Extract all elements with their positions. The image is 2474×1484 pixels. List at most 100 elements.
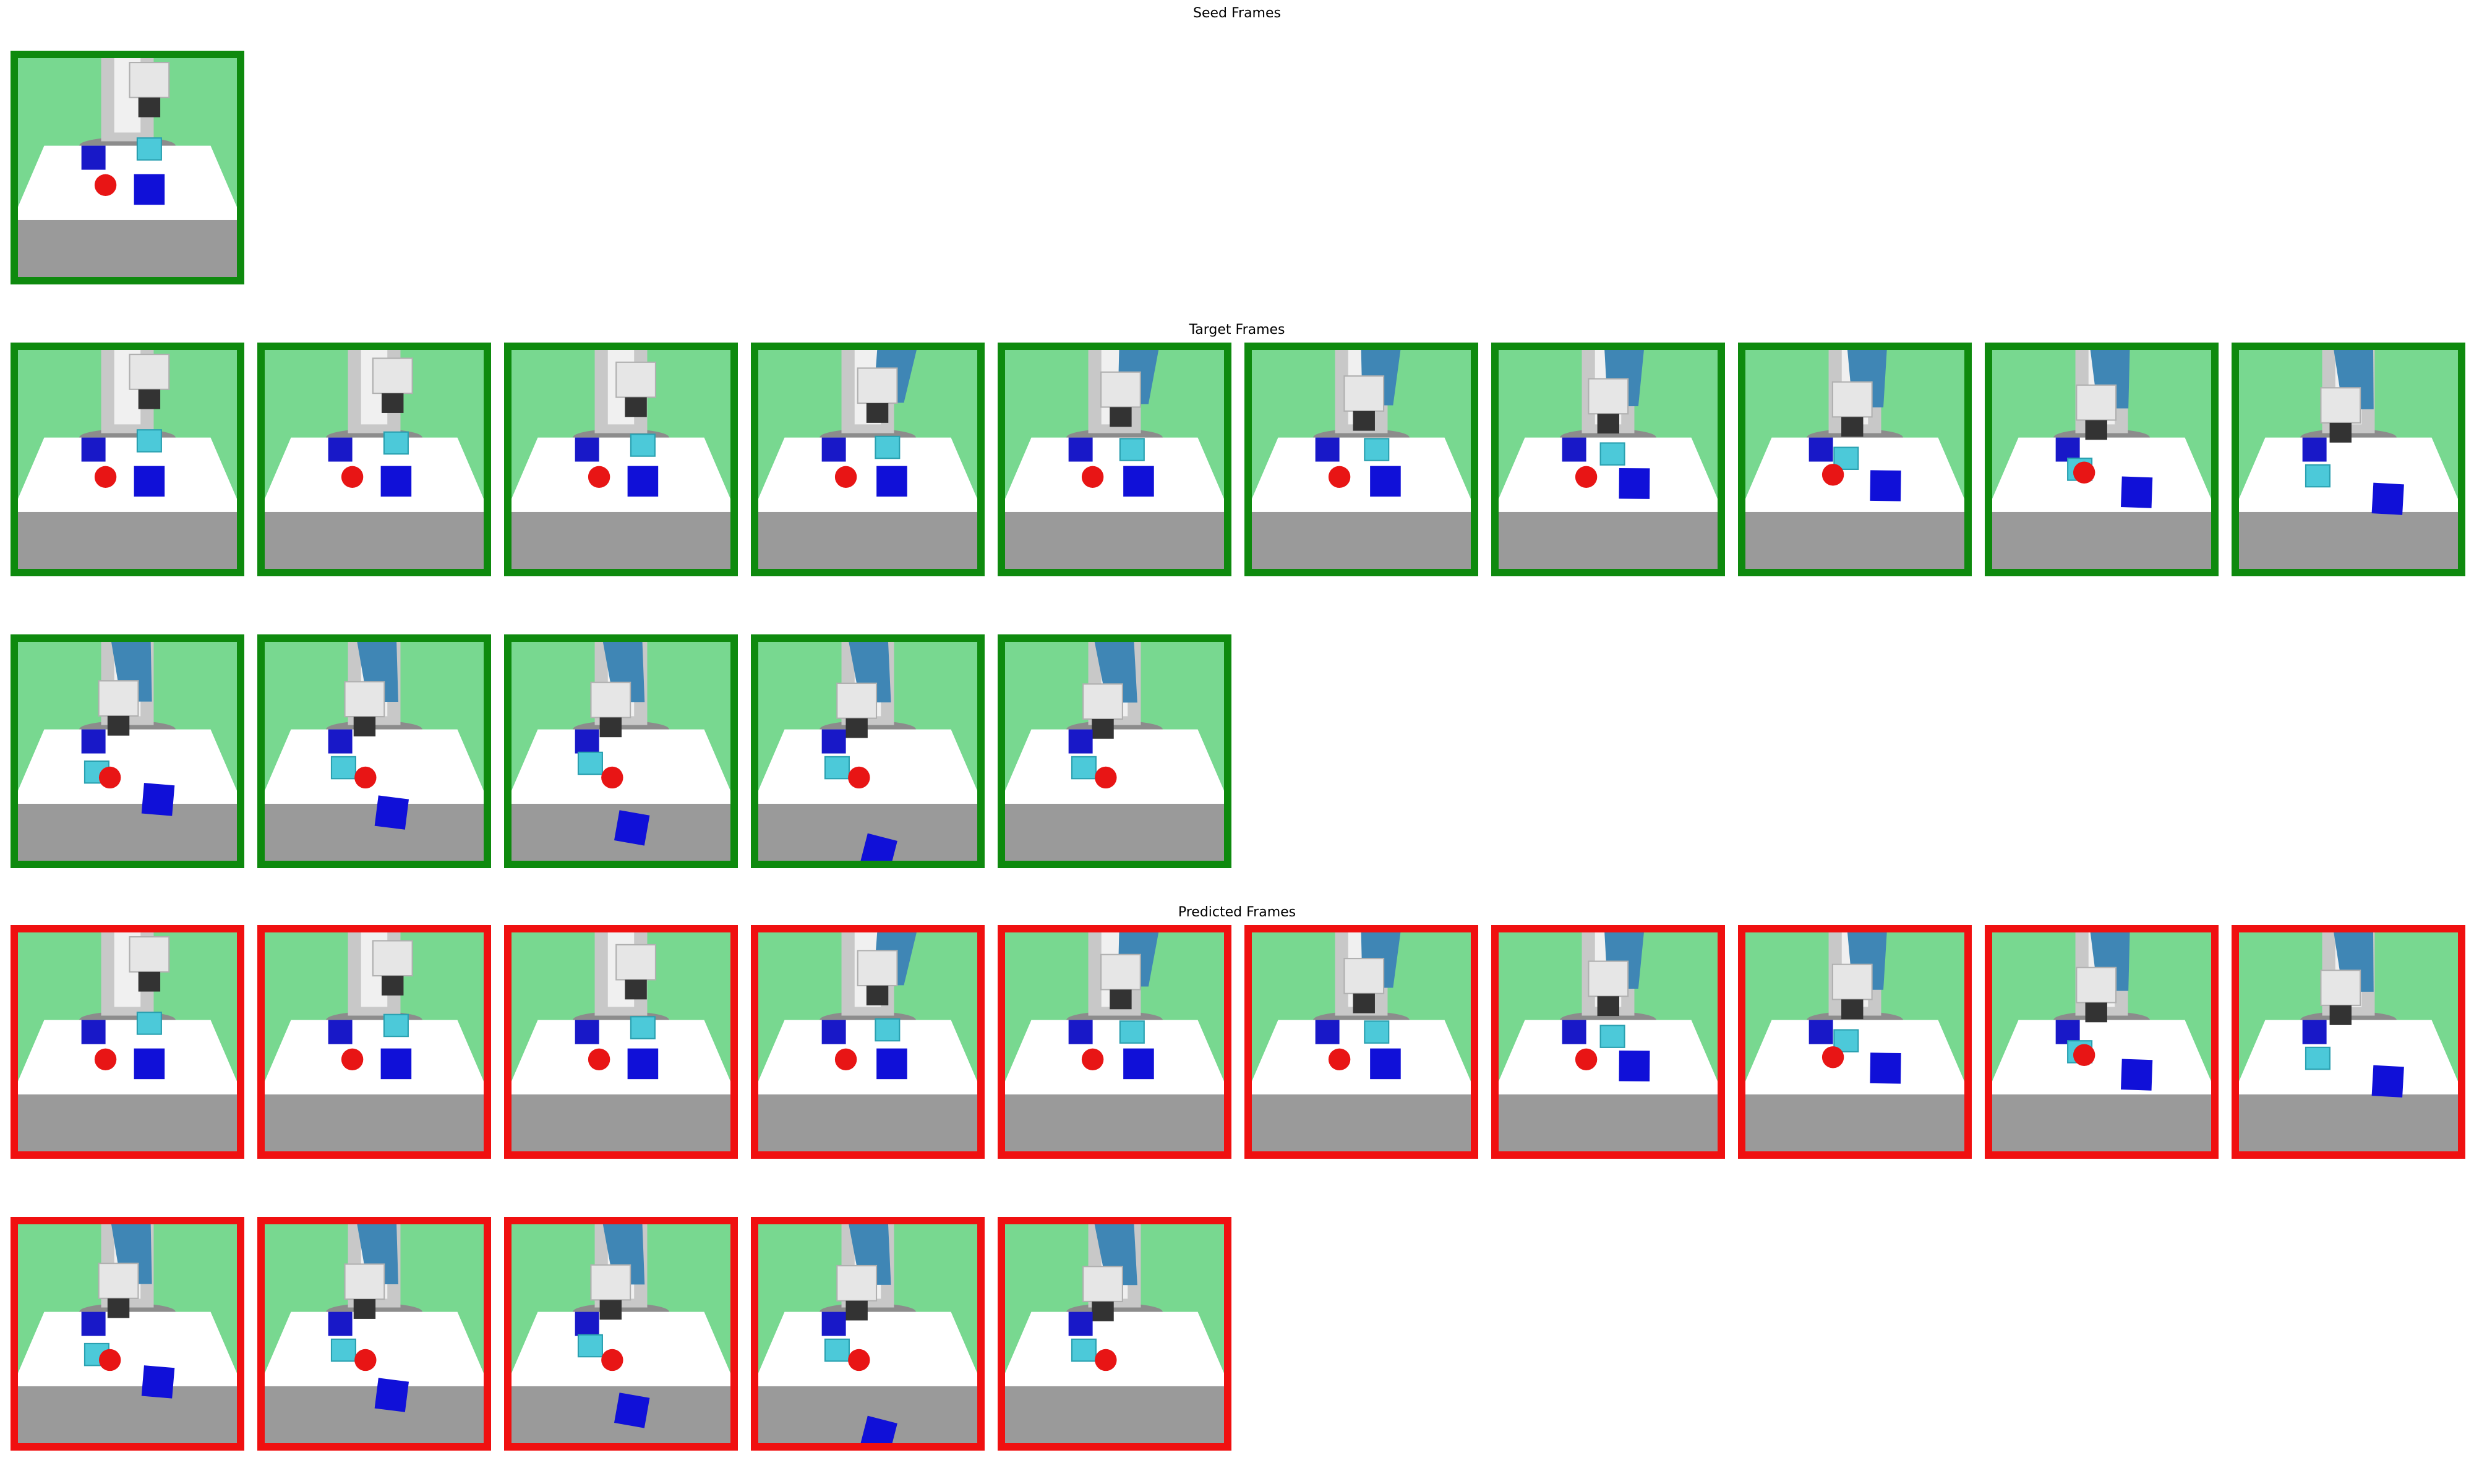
blue-cube	[876, 1048, 907, 1080]
blue-cube	[1370, 1048, 1401, 1080]
floor	[758, 511, 977, 569]
scene-image	[1005, 932, 1224, 1151]
cyan-cube	[136, 137, 162, 161]
robot-wrist	[2320, 970, 2361, 1006]
floor	[1992, 1094, 2211, 1151]
table	[2239, 437, 2458, 512]
cyan-cube	[824, 756, 850, 780]
floor	[1005, 1094, 1224, 1151]
scene-image	[1499, 932, 1718, 1151]
floor	[18, 511, 237, 569]
table	[1005, 729, 1224, 804]
small-blue-cube	[328, 437, 353, 462]
robot-wrist	[98, 680, 139, 717]
floor	[758, 1094, 977, 1151]
table	[18, 145, 237, 220]
table	[2239, 1020, 2458, 1094]
gripper	[353, 1299, 376, 1319]
robot-wrist	[615, 361, 656, 398]
cyan-cube	[577, 751, 603, 775]
blue-cube	[1123, 1048, 1154, 1080]
table	[758, 729, 977, 804]
scene-image	[1005, 642, 1224, 861]
scene-image	[758, 350, 977, 569]
small-blue-cube	[821, 437, 846, 462]
gripper	[625, 397, 647, 417]
predicted-frame-4	[751, 925, 985, 1159]
small-blue-cube	[2302, 1020, 2327, 1044]
scene-image	[265, 1224, 484, 1443]
red-ball	[848, 1349, 870, 1371]
table	[1992, 1020, 2211, 1094]
robot-wrist	[1588, 960, 1629, 997]
cyan-cube	[1119, 1020, 1145, 1044]
blue-cube	[141, 783, 175, 816]
blue-cube	[374, 795, 409, 830]
blue-cube	[374, 1378, 409, 1412]
robot-wrist	[98, 1263, 139, 1299]
table	[265, 437, 484, 512]
table	[265, 1020, 484, 1094]
table	[1992, 437, 2211, 512]
scene-image	[511, 350, 730, 569]
scene-image	[1745, 350, 1964, 569]
gripper	[2085, 1002, 2107, 1023]
robot-wrist	[590, 681, 631, 719]
gripper	[382, 393, 404, 413]
frames-grid	[0, 0, 2474, 1484]
scene-image	[1005, 1224, 1224, 1443]
target-frame-8	[1738, 343, 1972, 576]
red-ball	[1095, 1349, 1117, 1371]
red-ball	[98, 766, 121, 789]
scene-image	[18, 350, 237, 569]
small-blue-cube	[81, 437, 106, 462]
target-frame-9	[1985, 343, 2219, 576]
cyan-cube	[630, 433, 656, 457]
robot-wrist	[1831, 381, 1873, 418]
blue-cube	[134, 466, 165, 497]
blue-cube	[1370, 466, 1401, 497]
blue-cube	[614, 1392, 650, 1428]
gripper	[1092, 1301, 1114, 1321]
floor	[265, 1094, 484, 1151]
cyan-cube	[330, 1338, 356, 1362]
gripper	[845, 718, 868, 738]
gripper	[1092, 719, 1114, 739]
table	[758, 437, 977, 512]
small-blue-cube	[81, 1020, 106, 1044]
robot-wrist	[615, 944, 656, 981]
small-blue-cube	[575, 1020, 599, 1044]
scene-image	[2239, 932, 2458, 1151]
small-blue-cube	[1808, 437, 1833, 462]
floor	[18, 1094, 237, 1151]
predicted-frame-8	[1738, 925, 1972, 1159]
gripper	[1597, 996, 1619, 1017]
robot-wrist	[2076, 966, 2117, 1004]
small-blue-cube	[1315, 1020, 1340, 1044]
table	[511, 437, 730, 512]
small-blue-cube	[821, 729, 846, 754]
scene-image	[1005, 350, 1224, 569]
floor	[18, 803, 237, 861]
robot-wrist	[2320, 387, 2361, 424]
small-blue-cube	[1808, 1020, 1833, 1044]
cyan-cube	[875, 435, 901, 459]
scene-image	[758, 642, 977, 861]
small-blue-cube	[575, 1311, 599, 1336]
floor	[1499, 1094, 1718, 1151]
scene-image	[1252, 350, 1471, 569]
table	[265, 1311, 484, 1386]
gripper	[382, 976, 404, 996]
gripper	[599, 1300, 622, 1320]
table	[511, 1311, 730, 1386]
robot-wrist	[129, 354, 170, 390]
robot-wrist	[372, 940, 413, 977]
small-blue-cube	[328, 729, 353, 754]
small-blue-cube	[81, 729, 106, 754]
blue-cube	[1870, 470, 1901, 501]
cyan-cube	[330, 756, 356, 780]
cyan-cube	[1071, 756, 1097, 780]
target-frame-14	[751, 634, 985, 868]
cyan-cube	[1599, 1025, 1625, 1048]
robot-wrist	[372, 357, 413, 394]
